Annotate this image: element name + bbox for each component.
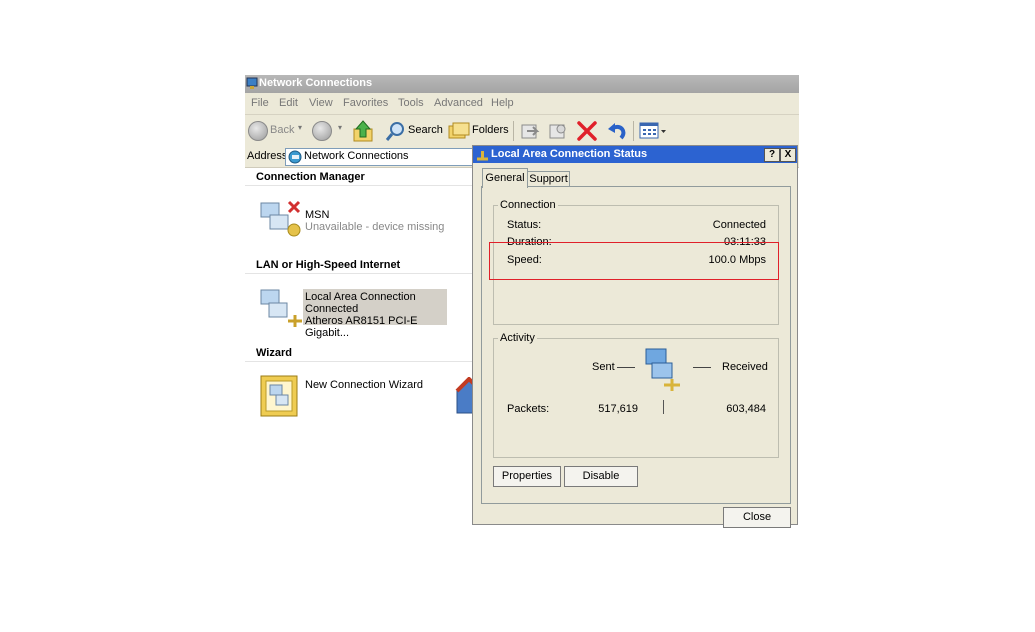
msn-connection-item[interactable]: MSN Unavailable - device missing (255, 197, 455, 241)
folders-icon[interactable] (448, 121, 470, 141)
status-label: Status: (507, 219, 542, 231)
lan-connection-icon (260, 289, 302, 327)
menu-help[interactable]: Help (491, 97, 514, 109)
forward-arrow-icon[interactable] (312, 121, 332, 141)
menu-bar: File Edit View Favorites Tools Advanced … (245, 93, 799, 115)
address-label: Address (247, 150, 288, 162)
packets-sent-value: 517,619 (598, 403, 638, 415)
status-value: Connected (712, 219, 766, 231)
local-area-connection-item[interactable]: Local Area Connection Connected Atheros … (255, 285, 455, 339)
msn-connection-name: MSN (305, 209, 330, 221)
wizard-name: New Connection Wizard (305, 379, 423, 391)
network-connections-icon (288, 150, 302, 164)
general-tab-panel: Connection Status: Connected Duration: 0… (481, 186, 791, 504)
section-divider (245, 273, 472, 274)
address-input[interactable]: Network Connections (285, 148, 473, 166)
network-computer-icon (260, 200, 301, 237)
sent-label: Sent (592, 361, 615, 373)
dialog-title-bar[interactable]: Local Area Connection Status ? X (473, 146, 797, 163)
menu-edit[interactable]: Edit (279, 97, 298, 109)
tab-general[interactable]: General (482, 168, 528, 188)
lan-connection-status: Connected (305, 303, 359, 315)
connection-group-label: Connection (498, 199, 558, 211)
folders-button-label[interactable]: Folders (472, 124, 509, 136)
back-button-label[interactable]: Back (270, 124, 294, 136)
section-divider (245, 361, 472, 362)
copy-to-icon[interactable] (547, 121, 569, 141)
undo-icon[interactable] (605, 120, 627, 142)
packets-label: Packets: (507, 403, 550, 415)
activity-divider (663, 400, 664, 414)
help-button[interactable]: ? (764, 148, 780, 162)
connection-manager-heading: Connection Manager (256, 171, 365, 183)
wizard-icon (260, 375, 298, 417)
explorer-title: Network Connections (259, 77, 373, 89)
move-to-icon[interactable] (519, 121, 541, 141)
toolbar: Back ▾ ▾ Search Folders (245, 115, 799, 148)
lan-connection-device: Atheros AR8151 PCI-E Gigabit... (305, 315, 418, 339)
properties-button[interactable]: Properties (493, 466, 561, 487)
dialog-close-icon[interactable]: X (780, 148, 796, 162)
speed-highlight-box (489, 242, 779, 280)
address-value: Network Connections (304, 150, 409, 162)
received-label: Received (722, 361, 768, 373)
menu-favorites[interactable]: Favorites (343, 97, 388, 109)
menu-advanced[interactable]: Advanced (434, 97, 483, 109)
activity-group-label: Activity (498, 332, 537, 344)
disable-button[interactable]: Disable (564, 466, 638, 487)
section-divider (245, 185, 472, 186)
sent-line (617, 367, 635, 368)
menu-view[interactable]: View (309, 97, 333, 109)
close-button[interactable]: Close (723, 507, 791, 528)
toolbar-separator (633, 121, 634, 141)
lan-heading: LAN or High-Speed Internet (256, 259, 401, 271)
forward-dropdown-icon[interactable]: ▾ (338, 123, 342, 132)
msn-connection-status: Unavailable - device missing (305, 221, 445, 233)
menu-tools[interactable]: Tools (398, 97, 424, 109)
received-line (693, 367, 711, 368)
explorer-title-bar[interactable]: Network Connections (245, 75, 799, 93)
delete-icon[interactable] (576, 120, 598, 142)
search-button-label[interactable]: Search (408, 124, 443, 136)
tab-support[interactable]: Support (527, 171, 570, 187)
network-connections-icon (246, 77, 258, 89)
views-icon[interactable] (639, 122, 667, 140)
new-connection-wizard-item[interactable]: New Connection Wizard (255, 373, 455, 419)
toolbar-separator (513, 121, 514, 141)
wizard-heading: Wizard (256, 347, 292, 359)
activity-network-icon (645, 348, 680, 391)
up-folder-icon[interactable] (352, 119, 374, 143)
network-icon (477, 151, 488, 161)
back-dropdown-icon[interactable]: ▾ (298, 123, 302, 132)
menu-file[interactable]: File (251, 97, 269, 109)
search-icon[interactable] (385, 120, 407, 142)
lan-connection-name: Local Area Connection (305, 291, 416, 303)
activity-groupbox (493, 338, 779, 458)
local-area-connection-status-dialog: Local Area Connection Status ? X General… (472, 145, 798, 528)
back-arrow-icon[interactable] (248, 121, 268, 141)
dialog-title: Local Area Connection Status (491, 148, 648, 160)
packets-received-value: 603,484 (726, 403, 766, 415)
